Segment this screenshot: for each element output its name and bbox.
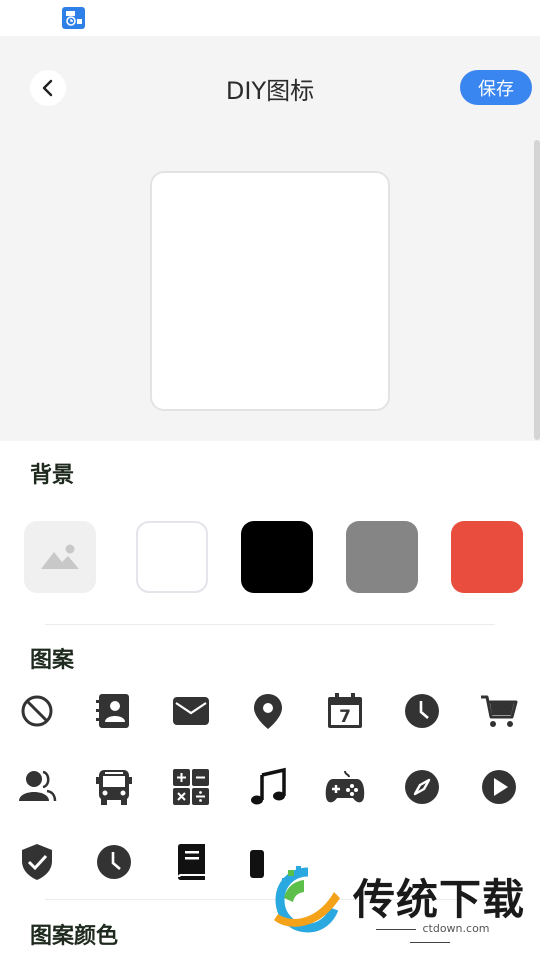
background-gray-swatch[interactable] (346, 521, 418, 593)
calculator-icon[interactable] (171, 767, 211, 807)
section-title-pattern-color: 图案颜色 (30, 924, 119, 949)
section-title-pattern: 图案 (30, 648, 75, 673)
background-image-swatch[interactable] (24, 521, 96, 593)
watermark: 传统下载 ctdown.com (268, 858, 526, 938)
mail-icon[interactable] (171, 691, 211, 731)
book-icon[interactable] (171, 842, 211, 882)
shield-check-icon[interactable] (17, 842, 57, 882)
cart-icon[interactable] (479, 691, 519, 731)
compass-icon[interactable] (402, 767, 442, 807)
gamepad-icon[interactable] (325, 767, 365, 807)
watermark-url: ctdown.com (350, 922, 510, 948)
clock-icon[interactable] (402, 691, 442, 731)
calendar-icon[interactable]: 7 (325, 691, 365, 731)
bus-icon[interactable] (94, 767, 134, 807)
preview-area: DIY图标 保存 (0, 36, 540, 441)
music-note-icon[interactable] (248, 767, 288, 807)
watermark-title: 传统下载 (353, 875, 526, 924)
page-title: DIY图标 (225, 77, 315, 105)
app-notification-icon (62, 7, 85, 29)
section-title-background: 背景 (30, 463, 75, 488)
background-white-swatch[interactable] (136, 521, 208, 593)
status-bar (0, 0, 540, 36)
clock-icon[interactable] (94, 842, 134, 882)
contact-book-icon[interactable] (94, 691, 134, 731)
scrollbar[interactable] (534, 140, 540, 440)
background-red-swatch[interactable] (451, 521, 523, 593)
prohibited-icon[interactable] (17, 691, 57, 731)
save-button[interactable]: 保存 (460, 70, 532, 105)
play-icon[interactable] (479, 767, 519, 807)
watermark-logo-icon (274, 866, 340, 933)
icon-preview-canvas (150, 171, 390, 411)
location-pin-icon[interactable] (248, 691, 288, 731)
divider (45, 624, 495, 625)
users-icon[interactable] (17, 767, 57, 807)
background-black-swatch[interactable] (241, 521, 313, 593)
svg-text:7: 7 (339, 707, 351, 727)
image-icon (41, 544, 79, 569)
